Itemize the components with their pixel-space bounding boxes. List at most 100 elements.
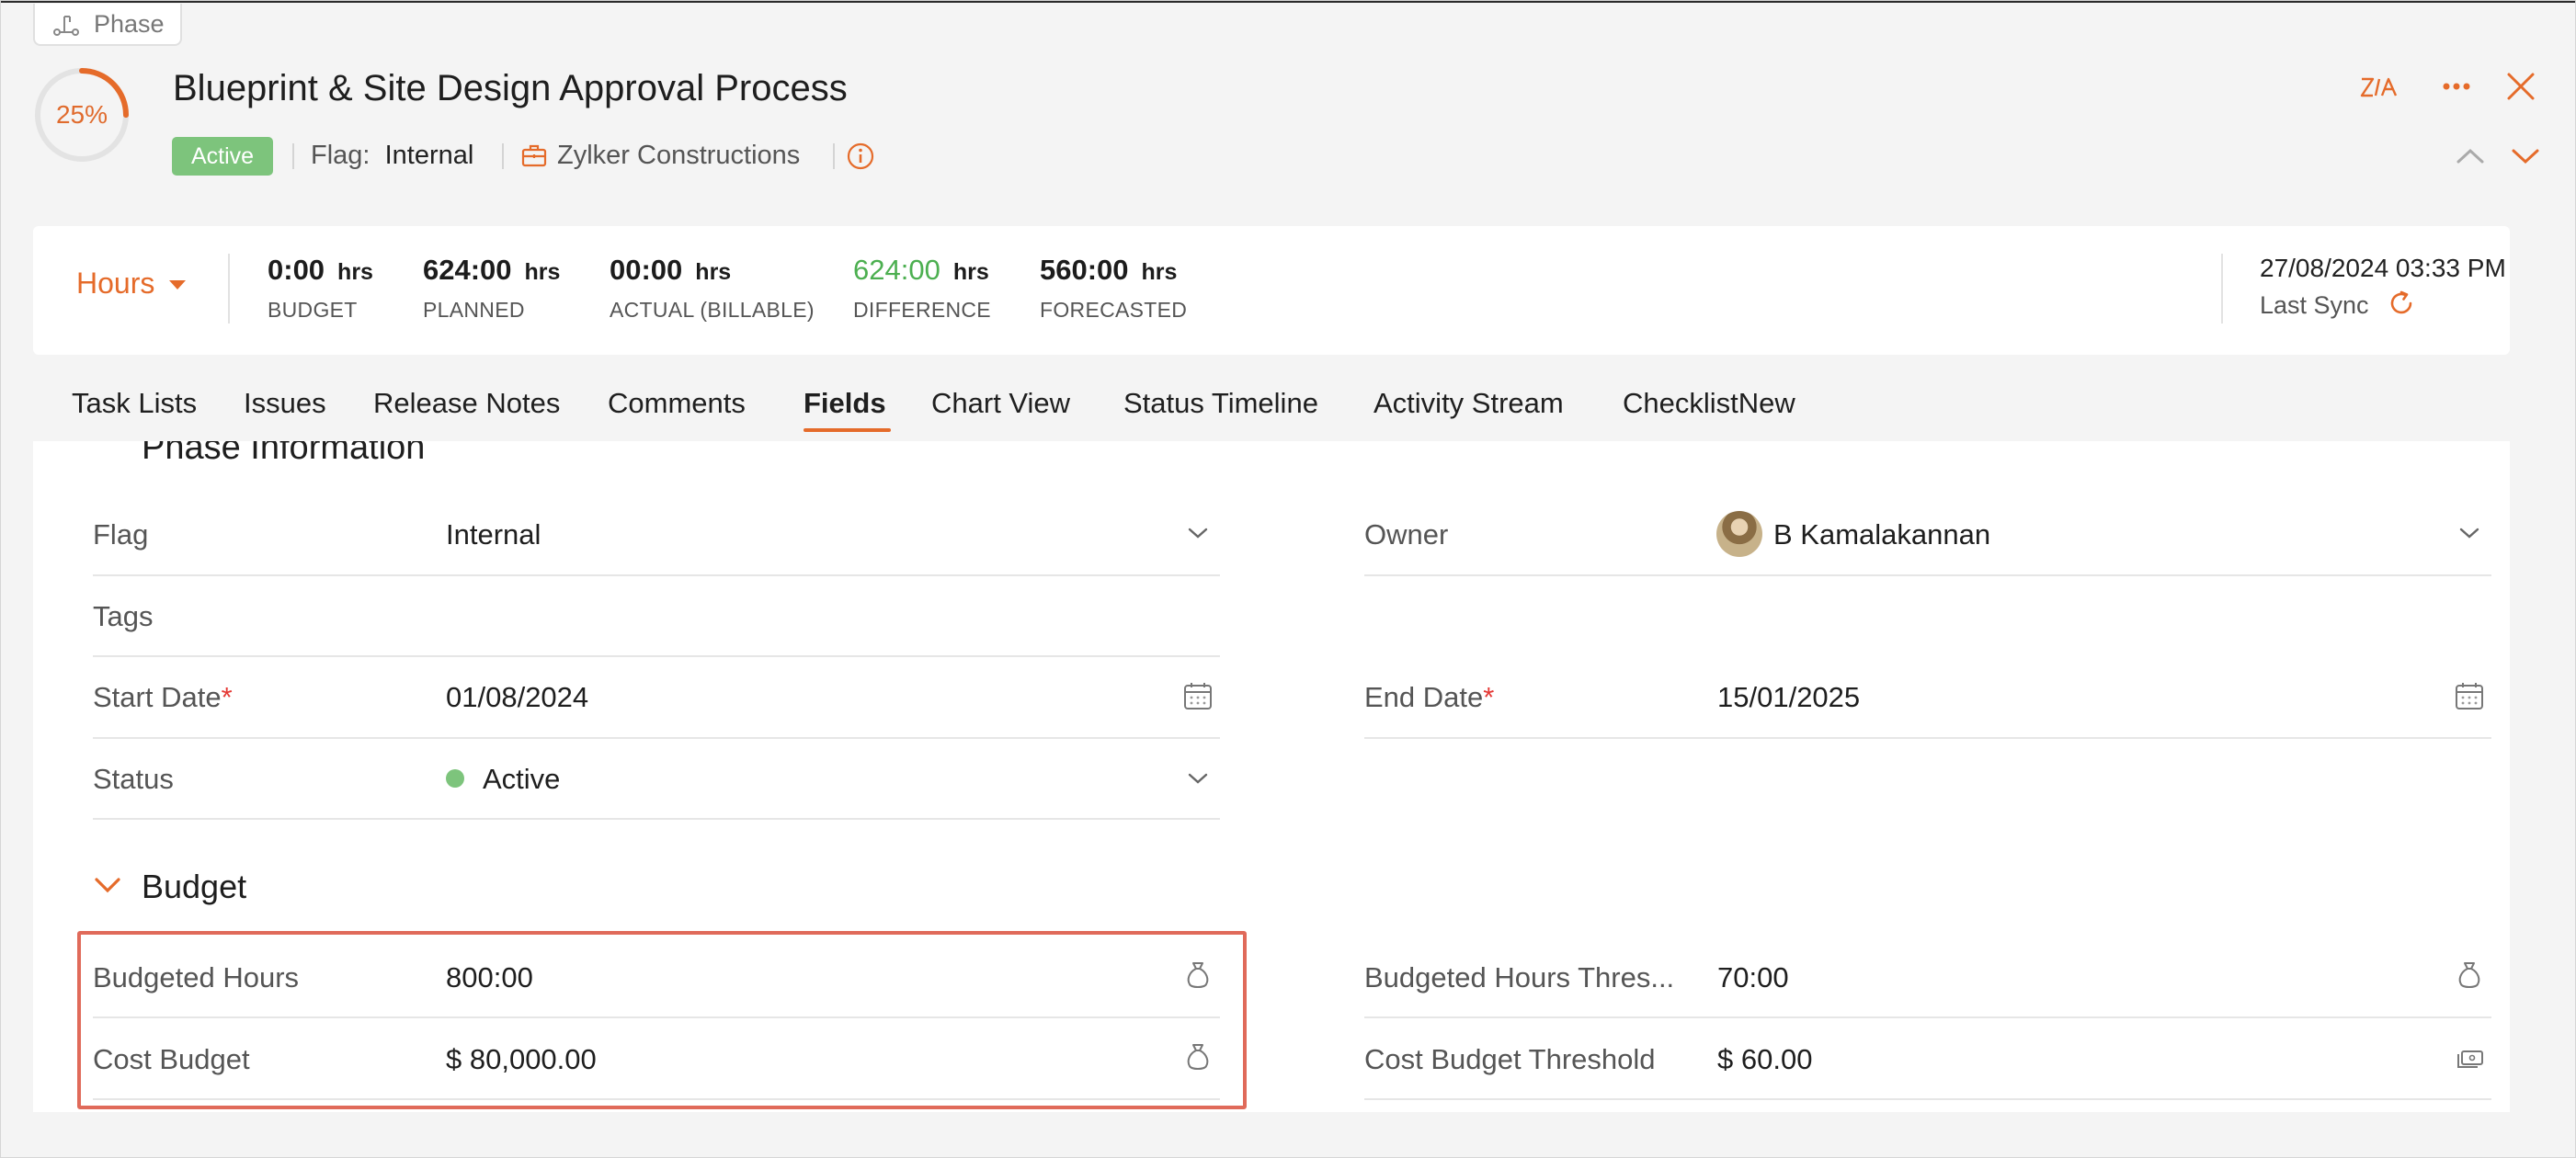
stat-actual-billable: 00:00 hrs ACTUAL (BILLABLE) bbox=[610, 254, 815, 323]
tab-status-timeline[interactable]: Status Timeline bbox=[1123, 387, 1318, 420]
divider bbox=[93, 574, 1220, 576]
stat-unit: hrs bbox=[337, 259, 373, 285]
highlight-box bbox=[77, 931, 1247, 1109]
briefcase-icon bbox=[521, 144, 547, 167]
field-value-budgeted-hours-threshold[interactable]: 70:00 bbox=[1717, 961, 1789, 994]
refresh-icon[interactable] bbox=[2387, 289, 2416, 318]
close-icon[interactable] bbox=[2504, 70, 2537, 103]
tab-chart-view[interactable]: Chart View bbox=[931, 387, 1070, 420]
stat-value: 0:00 bbox=[268, 254, 325, 286]
divider bbox=[93, 818, 1220, 820]
status-dot bbox=[446, 768, 464, 788]
stat-value: 624:00 bbox=[853, 254, 940, 286]
chevron-down-icon[interactable] bbox=[92, 873, 123, 897]
section-title-phase-information[interactable]: Phase Information bbox=[142, 441, 425, 463]
avatar bbox=[1716, 511, 1762, 557]
field-label-budgeted-hours-threshold: Budgeted Hours Thres... bbox=[1364, 961, 1675, 993]
calendar-icon[interactable] bbox=[2454, 680, 2485, 711]
tab-comments[interactable]: Comments bbox=[608, 387, 746, 420]
cash-icon bbox=[2457, 1050, 2483, 1068]
divider bbox=[1364, 1016, 2491, 1018]
end-date-label-text: End Date bbox=[1364, 681, 1484, 713]
tab-task-lists[interactable]: Task Lists bbox=[72, 387, 197, 420]
caret-down-icon bbox=[169, 279, 187, 290]
divider bbox=[1364, 737, 2491, 739]
stat-forecasted: 560:00 hrs FORECASTED bbox=[1040, 254, 1187, 323]
more-icon[interactable] bbox=[2440, 75, 2473, 97]
stat-label: DIFFERENCE bbox=[853, 298, 991, 322]
divider bbox=[1364, 574, 2491, 576]
chevron-down-icon[interactable] bbox=[2457, 524, 2481, 542]
client-name[interactable]: Zylker Constructions bbox=[557, 141, 800, 171]
unit-selector-label: Hours bbox=[76, 267, 155, 300]
divider bbox=[93, 1098, 1220, 1100]
field-value-start-date[interactable]: 01/08/2024 bbox=[446, 681, 588, 714]
page-title: Blueprint & Site Design Approval Process bbox=[173, 68, 848, 108]
field-label-owner: Owner bbox=[1364, 518, 1449, 551]
stat-label: FORECASTED bbox=[1040, 298, 1188, 322]
tab-activity-stream[interactable]: Activity Stream bbox=[1373, 387, 1564, 420]
progress-ring: 25% bbox=[33, 66, 131, 164]
tab-fields[interactable]: Fields bbox=[804, 387, 886, 420]
chevron-up-icon[interactable] bbox=[2455, 143, 2486, 169]
tab-release-notes[interactable]: Release Notes bbox=[373, 387, 560, 420]
start-date-label-text: Start Date bbox=[93, 681, 222, 713]
money-bag-icon bbox=[2458, 962, 2480, 988]
flag-meta[interactable]: Flag: Internal bbox=[311, 141, 473, 171]
section-header-cut: Phase Information bbox=[33, 441, 2510, 463]
stat-unit: hrs bbox=[1141, 259, 1178, 285]
info-icon[interactable] bbox=[846, 142, 875, 171]
phase-chip[interactable]: Phase bbox=[33, 4, 182, 46]
unit-selector-dropdown[interactable]: Hours bbox=[76, 267, 187, 301]
divider bbox=[93, 655, 1220, 657]
stat-unit: hrs bbox=[695, 259, 732, 285]
phase-icon bbox=[53, 16, 79, 36]
chevron-down-icon[interactable] bbox=[2510, 143, 2541, 169]
tab-issues[interactable]: Issues bbox=[244, 387, 326, 420]
money-bag-icon bbox=[1187, 1044, 1209, 1070]
divider bbox=[93, 1016, 1220, 1018]
chevron-down-icon[interactable] bbox=[1186, 769, 1210, 788]
field-label-start-date: Start Date* bbox=[93, 681, 233, 714]
progress-percent: 25% bbox=[55, 100, 108, 129]
stat-label: BUDGET bbox=[268, 298, 358, 322]
field-value-end-date[interactable]: 15/01/2025 bbox=[1717, 681, 1860, 714]
active-tab-indicator bbox=[804, 428, 891, 432]
required-asterisk: * bbox=[221, 681, 233, 713]
divider bbox=[1364, 1098, 2491, 1100]
flag-meta-value: Internal bbox=[384, 141, 474, 170]
field-value-flag[interactable]: Internal bbox=[446, 518, 541, 551]
field-label-tags: Tags bbox=[93, 600, 154, 632]
field-label-cost-budget: Cost Budget bbox=[93, 1043, 250, 1075]
status-badge[interactable]: Active bbox=[172, 137, 273, 176]
field-value-cost-budget[interactable]: $ 80,000.00 bbox=[446, 1043, 597, 1076]
stat-value: 624:00 bbox=[423, 254, 512, 286]
calendar-icon[interactable] bbox=[1182, 680, 1214, 711]
field-value-status[interactable]: Active bbox=[446, 763, 560, 796]
stat-unit: hrs bbox=[524, 259, 561, 285]
chevron-down-icon[interactable] bbox=[1186, 524, 1210, 542]
field-label-budgeted-hours: Budgeted Hours bbox=[93, 961, 300, 993]
field-value-budgeted-hours[interactable]: 800:00 bbox=[446, 961, 533, 994]
stat-budget: 0:00 hrs BUDGET bbox=[268, 254, 373, 323]
stat-unit: hrs bbox=[952, 259, 989, 285]
divider bbox=[93, 737, 1220, 739]
divider bbox=[2221, 254, 2223, 324]
field-value-cost-budget-threshold[interactable]: $ 60.00 bbox=[1717, 1043, 1812, 1076]
field-label-cost-budget-threshold: Cost Budget Threshold bbox=[1364, 1043, 1656, 1075]
tab-checklistnew[interactable]: ChecklistNew bbox=[1623, 387, 1795, 420]
divider bbox=[292, 143, 294, 169]
field-value-owner[interactable]: B Kamalakannan bbox=[1773, 518, 1990, 551]
stat-label: PLANNED bbox=[423, 298, 525, 322]
stat-value: 560:00 bbox=[1040, 254, 1129, 286]
flag-meta-label: Flag: bbox=[311, 141, 370, 170]
window-top-edge bbox=[0, 0, 2576, 3]
stats-panel bbox=[33, 226, 2510, 355]
section-title-budget[interactable]: Budget bbox=[142, 868, 246, 906]
zia-icon[interactable] bbox=[2359, 72, 2399, 103]
stat-label: ACTUAL (BILLABLE) bbox=[610, 298, 815, 322]
money-bag-icon bbox=[1187, 962, 1209, 988]
last-sync-label: Last Sync bbox=[2260, 291, 2369, 319]
last-sync-datetime: 27/08/2024 03:33 PM bbox=[2260, 254, 2506, 282]
divider bbox=[833, 143, 835, 169]
